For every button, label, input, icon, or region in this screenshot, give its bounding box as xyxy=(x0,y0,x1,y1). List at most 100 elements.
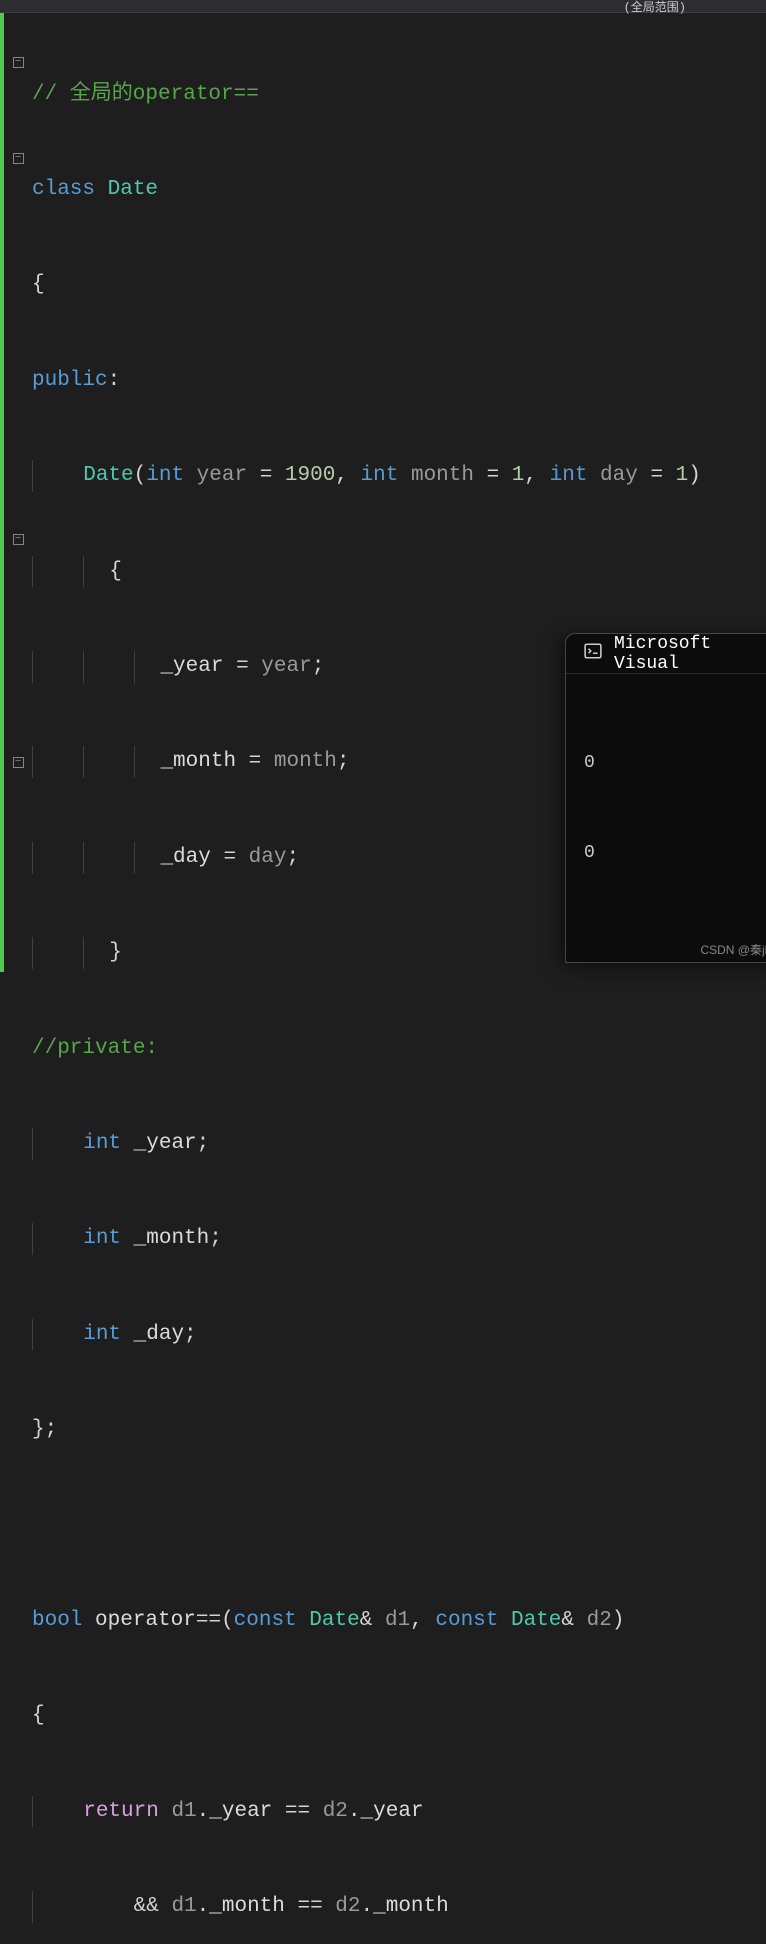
fold-toggle-icon[interactable]: − xyxy=(13,757,24,768)
code-line[interactable]: int _day; xyxy=(32,1319,766,1351)
punct: , xyxy=(524,460,549,492)
op: = xyxy=(260,460,285,492)
member: _month xyxy=(160,746,248,778)
code-line[interactable]: bool operator==(const Date& d1, const Da… xyxy=(32,1605,766,1637)
code-line[interactable]: int _month; xyxy=(32,1223,766,1255)
brace: { xyxy=(109,556,122,588)
param: d2 xyxy=(335,1891,360,1923)
comment-text: //private: xyxy=(32,1033,158,1065)
fold-toggle-icon[interactable]: − xyxy=(13,534,24,545)
console-output[interactable]: 0 0 D:\代码仓库\le 按任意键关闭此 xyxy=(566,674,766,963)
watermark-text: CSDN @秦jh_ xyxy=(700,941,766,958)
brace: { xyxy=(32,269,45,301)
code-line[interactable]: int _year; xyxy=(32,1128,766,1160)
keyword: int xyxy=(83,1319,121,1351)
keyword: int xyxy=(146,460,184,492)
punct: ; xyxy=(337,746,350,778)
punct: , xyxy=(410,1605,435,1637)
punct: ( xyxy=(134,460,147,492)
punct: & xyxy=(360,1605,385,1637)
keyword-return: return xyxy=(83,1796,171,1828)
code-line[interactable] xyxy=(32,1509,766,1541)
op: == xyxy=(196,1605,221,1637)
param: d2 xyxy=(323,1796,348,1828)
editor-gutter[interactable]: − − − − xyxy=(4,13,32,972)
punct: ; xyxy=(312,651,325,683)
number: 1 xyxy=(512,460,525,492)
code-line[interactable]: public: xyxy=(32,365,766,397)
number: 1900 xyxy=(285,460,335,492)
punct: , xyxy=(335,460,360,492)
code-line[interactable]: { xyxy=(32,556,766,588)
debug-console-window[interactable]: Microsoft Visual 0 0 D:\代码仓库\le 按任意键关闭此 … xyxy=(565,633,766,963)
punct: ; xyxy=(209,1223,222,1255)
punct: ; xyxy=(286,842,299,874)
member: _month xyxy=(373,1891,449,1923)
keyword: int xyxy=(361,460,399,492)
code-line[interactable]: { xyxy=(32,269,766,301)
param: year xyxy=(184,460,260,492)
code-line[interactable]: return d1._year == d2._year xyxy=(32,1796,766,1828)
fold-toggle-icon[interactable]: − xyxy=(13,153,24,164)
keyword: class xyxy=(32,174,95,206)
member: _month xyxy=(121,1223,209,1255)
type-name: Date xyxy=(108,174,158,206)
terminal-icon xyxy=(584,642,602,666)
brace: } xyxy=(109,937,122,969)
param: d1 xyxy=(385,1605,410,1637)
punct: . xyxy=(197,1891,210,1923)
param: month xyxy=(398,460,486,492)
brace: { xyxy=(32,1700,45,1732)
code-line[interactable]: class Date xyxy=(32,174,766,206)
type-name: Date xyxy=(83,460,133,492)
punct: ) xyxy=(612,1605,625,1637)
op: == xyxy=(285,1796,323,1828)
code-line[interactable]: }; xyxy=(32,1414,766,1446)
code-line[interactable]: { xyxy=(32,1700,766,1732)
keyword: const xyxy=(234,1605,310,1637)
console-titlebar[interactable]: Microsoft Visual xyxy=(566,634,766,674)
comment-text: // 全局的operator== xyxy=(32,79,259,111)
punct: ; xyxy=(197,1128,210,1160)
code-line[interactable]: // 全局的operator== xyxy=(32,79,766,111)
param: year xyxy=(261,651,311,683)
op: && xyxy=(134,1891,172,1923)
param: month xyxy=(274,746,337,778)
type-name: Date xyxy=(511,1605,561,1637)
punct: . xyxy=(361,1891,374,1923)
param: day xyxy=(249,842,287,874)
keyword: bool xyxy=(32,1605,82,1637)
punct: & xyxy=(561,1605,586,1637)
code-line[interactable]: //private: xyxy=(32,1033,766,1065)
member: _day xyxy=(160,842,223,874)
console-line: 0 xyxy=(584,838,766,868)
brace: }; xyxy=(32,1414,57,1446)
op: = xyxy=(487,460,512,492)
keyword: int xyxy=(83,1128,121,1160)
type-name: Date xyxy=(309,1605,359,1637)
param: d1 xyxy=(171,1891,196,1923)
keyword: int xyxy=(83,1223,121,1255)
op: = xyxy=(650,460,675,492)
punct: . xyxy=(348,1796,361,1828)
punct: : xyxy=(108,365,121,397)
keyword: public xyxy=(32,365,108,397)
op: = xyxy=(249,746,274,778)
param: d2 xyxy=(587,1605,612,1637)
member: _year xyxy=(361,1796,424,1828)
console-line: 0 xyxy=(584,748,766,778)
op: == xyxy=(297,1891,335,1923)
console-title-text: Microsoft Visual xyxy=(614,634,766,674)
param: day xyxy=(587,460,650,492)
param: d1 xyxy=(171,1796,196,1828)
member: _day xyxy=(121,1319,184,1351)
punct: ) xyxy=(688,460,701,492)
member: _month xyxy=(209,1891,297,1923)
punct: ; xyxy=(184,1319,197,1351)
code-line[interactable]: && d1._month == d2._month xyxy=(32,1891,766,1923)
op: = xyxy=(236,651,261,683)
code-line[interactable]: Date(int year = 1900, int month = 1, int… xyxy=(32,460,766,492)
member: _year xyxy=(209,1796,285,1828)
fold-toggle-icon[interactable]: − xyxy=(13,57,24,68)
keyword: int xyxy=(550,460,588,492)
